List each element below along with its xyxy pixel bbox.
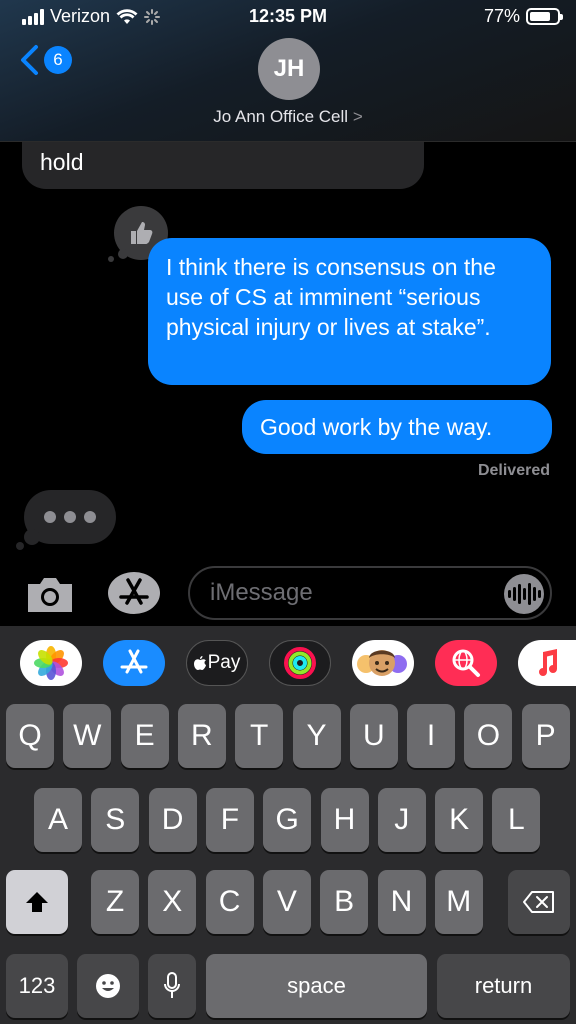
key-y[interactable]: Y	[292, 704, 341, 768]
conversation-header: Verizon 12:35 PM 77% 6 JH Jo Ann Office …	[0, 0, 576, 142]
key-f[interactable]: F	[205, 788, 254, 852]
emoji-key[interactable]	[77, 954, 139, 1018]
contact-avatar[interactable]: JH	[258, 38, 320, 100]
key-s[interactable]: S	[91, 788, 140, 852]
tapback-tail-small	[108, 256, 114, 262]
key-p[interactable]: P	[521, 704, 570, 768]
activity-icon[interactable]	[269, 640, 331, 686]
photos-app-icon[interactable]	[20, 640, 82, 686]
key-h[interactable]: H	[320, 788, 369, 852]
outgoing-message-bubble[interactable]: I think there is consensus on the use of…	[148, 238, 551, 385]
message-text-field[interactable]	[190, 568, 480, 618]
contact-name-button[interactable]: Jo Ann Office Cell >	[0, 107, 576, 127]
unread-count-badge: 6	[44, 46, 72, 74]
key-c[interactable]: C	[205, 870, 254, 934]
return-key[interactable]: return	[437, 954, 570, 1018]
message-text: I think there is consensus on the use of…	[166, 254, 496, 340]
audio-message-icon[interactable]	[504, 574, 544, 614]
memoji-faces-icon	[357, 650, 407, 676]
chevron-left-icon	[21, 45, 38, 75]
message-text: hold	[40, 149, 84, 175]
app-store-icon[interactable]	[106, 570, 162, 616]
key-i[interactable]: I	[407, 704, 456, 768]
app-store-glyph-icon	[120, 649, 148, 674]
message-composer	[0, 560, 576, 626]
key-x[interactable]: X	[148, 870, 197, 934]
key-m[interactable]: M	[434, 870, 483, 934]
typing-dot	[64, 511, 76, 523]
imessage-app-strip: Pay	[0, 626, 576, 700]
key-e[interactable]: E	[120, 704, 169, 768]
delete-key[interactable]	[508, 870, 570, 934]
apple-pay-label: Pay	[207, 652, 241, 673]
music-icon[interactable]	[518, 640, 576, 686]
key-w[interactable]: W	[63, 704, 112, 768]
chevron-right-icon: >	[352, 107, 363, 126]
search-images-icon[interactable]	[435, 640, 497, 686]
key-q[interactable]: Q	[6, 704, 54, 768]
key-z[interactable]: Z	[91, 870, 139, 934]
space-key[interactable]: space	[206, 954, 427, 1018]
key-l[interactable]: L	[492, 788, 541, 852]
apple-pay-icon[interactable]: Pay	[186, 640, 248, 686]
photos-flower-icon	[34, 646, 68, 680]
key-u[interactable]: U	[349, 704, 398, 768]
imessage-input[interactable]	[188, 566, 552, 620]
typing-tail	[24, 529, 40, 545]
key-b[interactable]: B	[320, 870, 369, 934]
tapback-tail	[118, 249, 128, 259]
numbers-key[interactable]: 123	[6, 954, 68, 1018]
back-button[interactable]: 6	[18, 44, 72, 76]
thumbs-up-icon	[131, 222, 153, 244]
delivery-status: Delivered	[477, 462, 550, 479]
keyboard: Pay Q W E R T Y U I O P A S D F G H J K …	[0, 626, 576, 1024]
outgoing-message-bubble[interactable]: Good work by the way.	[242, 400, 552, 454]
status-bar: Verizon 12:35 PM 77%	[0, 0, 576, 34]
typing-tail-small	[16, 542, 24, 550]
battery-percent: 77%	[483, 6, 520, 26]
key-d[interactable]: D	[148, 788, 197, 852]
backspace-icon	[523, 891, 554, 913]
typing-dot	[84, 511, 96, 523]
key-t[interactable]: T	[235, 704, 284, 768]
key-o[interactable]: O	[464, 704, 513, 768]
shift-key[interactable]	[6, 870, 68, 934]
key-j[interactable]: J	[377, 788, 426, 852]
activity-rings-icon	[284, 647, 316, 679]
memoji-icon[interactable]	[352, 640, 414, 686]
app-store-icon[interactable]	[103, 640, 165, 686]
emoji-smiley-icon	[96, 974, 120, 998]
key-v[interactable]: V	[262, 870, 311, 934]
key-g[interactable]: G	[263, 788, 312, 852]
battery-icon	[526, 8, 563, 25]
key-a[interactable]: A	[34, 788, 82, 852]
message-text: Good work by the way.	[260, 414, 493, 440]
dictation-key[interactable]	[148, 954, 196, 1018]
key-n[interactable]: N	[377, 870, 426, 934]
music-note-icon	[539, 649, 557, 676]
typing-dot	[44, 511, 56, 523]
key-k[interactable]: K	[435, 788, 484, 852]
microphone-icon	[164, 972, 180, 998]
globe-search-icon	[452, 649, 480, 677]
camera-icon[interactable]	[24, 574, 76, 614]
apple-logo-icon	[193, 656, 206, 670]
shift-arrow-icon	[26, 892, 48, 912]
key-r[interactable]: R	[177, 704, 226, 768]
contact-name: Jo Ann Office Cell	[213, 107, 349, 126]
